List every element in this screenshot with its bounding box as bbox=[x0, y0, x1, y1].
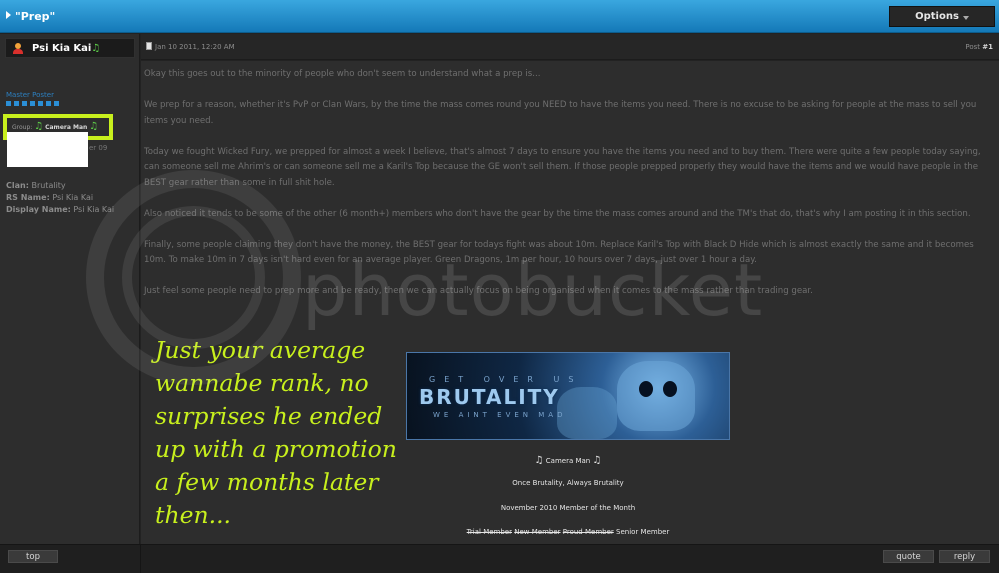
post-content: Okay this goes out to the minority of pe… bbox=[144, 67, 994, 315]
author-name-bar: Psi Kia Kai♫ bbox=[5, 38, 135, 58]
post-number-label: Post bbox=[965, 43, 981, 51]
post-paragraph: Today we fought Wicked Fury, we prepped … bbox=[144, 146, 981, 188]
post-footer: top quote reply bbox=[0, 544, 999, 573]
thread-title: "Prep" bbox=[15, 10, 56, 23]
signature-rank-text: Camera Man bbox=[545, 457, 591, 465]
clan-row: Clan: Brutality bbox=[6, 181, 66, 190]
post-paragraph: Also noticed it tends to be some of the … bbox=[144, 208, 971, 219]
post-number[interactable]: Post #1 bbox=[965, 43, 993, 51]
group-label: Group: bbox=[12, 124, 33, 131]
redaction-block bbox=[7, 132, 88, 148]
author-name-link[interactable]: Psi Kia Kai♫ bbox=[32, 43, 100, 54]
reply-button[interactable]: reply bbox=[939, 550, 990, 563]
rs-name-row: RS Name: Psi Kia Kai bbox=[6, 193, 93, 202]
banner-top-text: GET OVER US bbox=[429, 375, 583, 384]
display-name-value: Psi Kia Kai bbox=[73, 205, 115, 214]
options-button[interactable]: Options bbox=[889, 6, 995, 27]
post-paragraph: Finally, some people claiming they don't… bbox=[144, 239, 974, 266]
post-author-sidebar: Psi Kia Kai♫ Master Poster Group: ♫ Came… bbox=[0, 34, 140, 544]
struck-rank: Trial Member bbox=[466, 528, 512, 536]
music-note-icon: ♫ bbox=[34, 121, 44, 132]
rep-pip bbox=[54, 101, 59, 106]
reputation-pips bbox=[6, 101, 59, 106]
rep-pip bbox=[30, 101, 35, 106]
music-note-icon: ♫ bbox=[89, 121, 99, 132]
group-row: Group: ♫ Camera Man ♫ bbox=[12, 121, 98, 132]
joined-fragment: er 09 bbox=[89, 144, 108, 152]
banner-main-text: BRUTALITY bbox=[419, 385, 560, 409]
clan-label: Clan: bbox=[6, 181, 29, 190]
signature-award: November 2010 Member of the Month bbox=[500, 504, 636, 512]
struck-rank: Proud Member bbox=[562, 528, 614, 536]
options-label: Options bbox=[915, 11, 959, 22]
author-name: Psi Kia Kai bbox=[32, 43, 92, 54]
post-number-value: #1 bbox=[982, 43, 993, 51]
music-note-icon: ♫ bbox=[534, 455, 544, 466]
rs-name-value: Psi Kia Kai bbox=[52, 193, 94, 202]
rep-pip bbox=[6, 101, 11, 106]
post-header: Jan 10 2011, 12:20 AM Post #1 bbox=[141, 34, 999, 60]
display-name-row: Display Name: Psi Kia Kai bbox=[6, 205, 114, 214]
clan-value: Brutality bbox=[31, 181, 66, 190]
triangle-right-icon bbox=[6, 11, 11, 19]
signature-rank-history: Trial Member New Member Proud Member Sen… bbox=[406, 528, 730, 536]
signature-motto: Once Brutality, Always Brutality bbox=[512, 479, 624, 487]
skull-graphic bbox=[617, 361, 695, 431]
top-button[interactable]: top bbox=[8, 550, 58, 563]
banner-sub-text: WE AINT EVEN MAD bbox=[433, 411, 567, 419]
user-icon bbox=[13, 43, 23, 54]
rep-pip bbox=[14, 101, 19, 106]
annotation-text: Just your average wannabe rank, no surpr… bbox=[155, 336, 397, 529]
post-paragraph: Just feel some people need to prep more … bbox=[144, 286, 813, 296]
post-paragraph: We prep for a reason, whether it's PvP o… bbox=[144, 100, 977, 126]
signature-banner: GET OVER US BRUTALITY WE AINT EVEN MAD bbox=[406, 352, 730, 440]
group-value: Camera Man bbox=[45, 124, 88, 131]
display-name-label: Display Name: bbox=[6, 205, 71, 214]
chevron-down-icon bbox=[962, 15, 969, 20]
current-rank: Senior Member bbox=[616, 528, 670, 536]
struck-rank: New Member bbox=[514, 528, 561, 536]
rep-pip bbox=[46, 101, 51, 106]
rep-pip bbox=[22, 101, 27, 106]
author-title: Master Poster bbox=[6, 91, 54, 99]
post-date: Jan 10 2011, 12:20 AM bbox=[155, 43, 235, 51]
thread-title-bar: "Prep" Options bbox=[0, 0, 999, 33]
redaction-block bbox=[7, 148, 88, 167]
music-note-icon: ♫ bbox=[91, 43, 101, 54]
quote-button[interactable]: quote bbox=[883, 550, 934, 563]
rep-pip bbox=[38, 101, 43, 106]
music-note-icon: ♫ bbox=[592, 455, 602, 466]
document-icon bbox=[146, 42, 152, 50]
post-paragraph: Okay this goes out to the minority of pe… bbox=[144, 69, 541, 79]
signature-rank: ♫ Camera Man ♫ bbox=[406, 455, 730, 466]
rs-name-label: RS Name: bbox=[6, 193, 50, 202]
